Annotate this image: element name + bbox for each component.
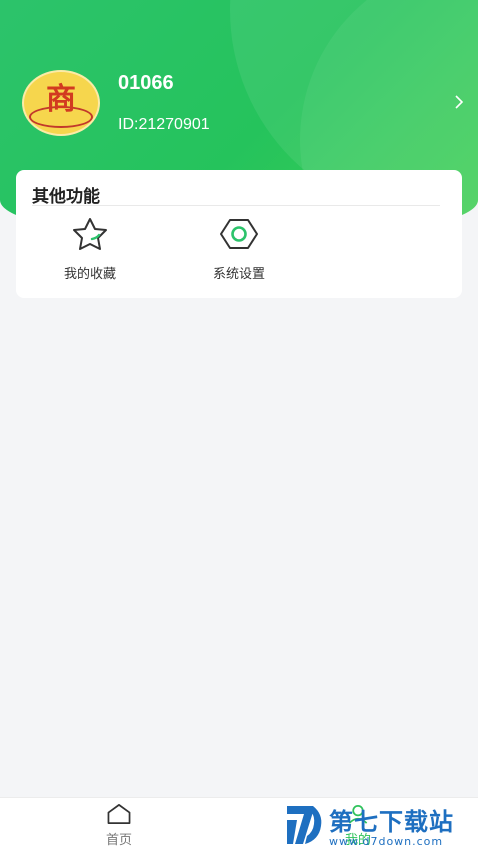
- user-id: ID:21270901: [118, 116, 210, 133]
- other-functions-card: 其他功能 我的收藏 系统设置: [16, 170, 462, 298]
- home-icon: [107, 804, 131, 824]
- my-favorites-label: 我的收藏: [63, 267, 116, 282]
- star-icon: [73, 218, 107, 250]
- hexagon-settings-icon: [220, 219, 258, 249]
- watermark-url: www.d7down.com: [329, 835, 444, 848]
- shop-logo-icon: 商: [46, 82, 76, 117]
- section-title: 其他功能: [32, 187, 100, 207]
- username[interactable]: 01066: [118, 72, 174, 95]
- nav-item-home[interactable]: 首页: [89, 802, 149, 848]
- d7-logo-icon: [287, 806, 322, 844]
- watermark: 第七下载站 www.d7down.com: [283, 800, 478, 850]
- chevron-right-icon[interactable]: [452, 93, 466, 111]
- nav-label-home: 首页: [105, 833, 132, 848]
- system-settings-button[interactable]: 系统设置: [191, 216, 287, 282]
- divider: [32, 205, 440, 206]
- avatar[interactable]: 商: [22, 70, 100, 136]
- system-settings-label: 系统设置: [212, 267, 265, 282]
- watermark-brand: 第七下载站: [329, 808, 454, 836]
- my-favorites-button[interactable]: 我的收藏: [42, 216, 138, 282]
